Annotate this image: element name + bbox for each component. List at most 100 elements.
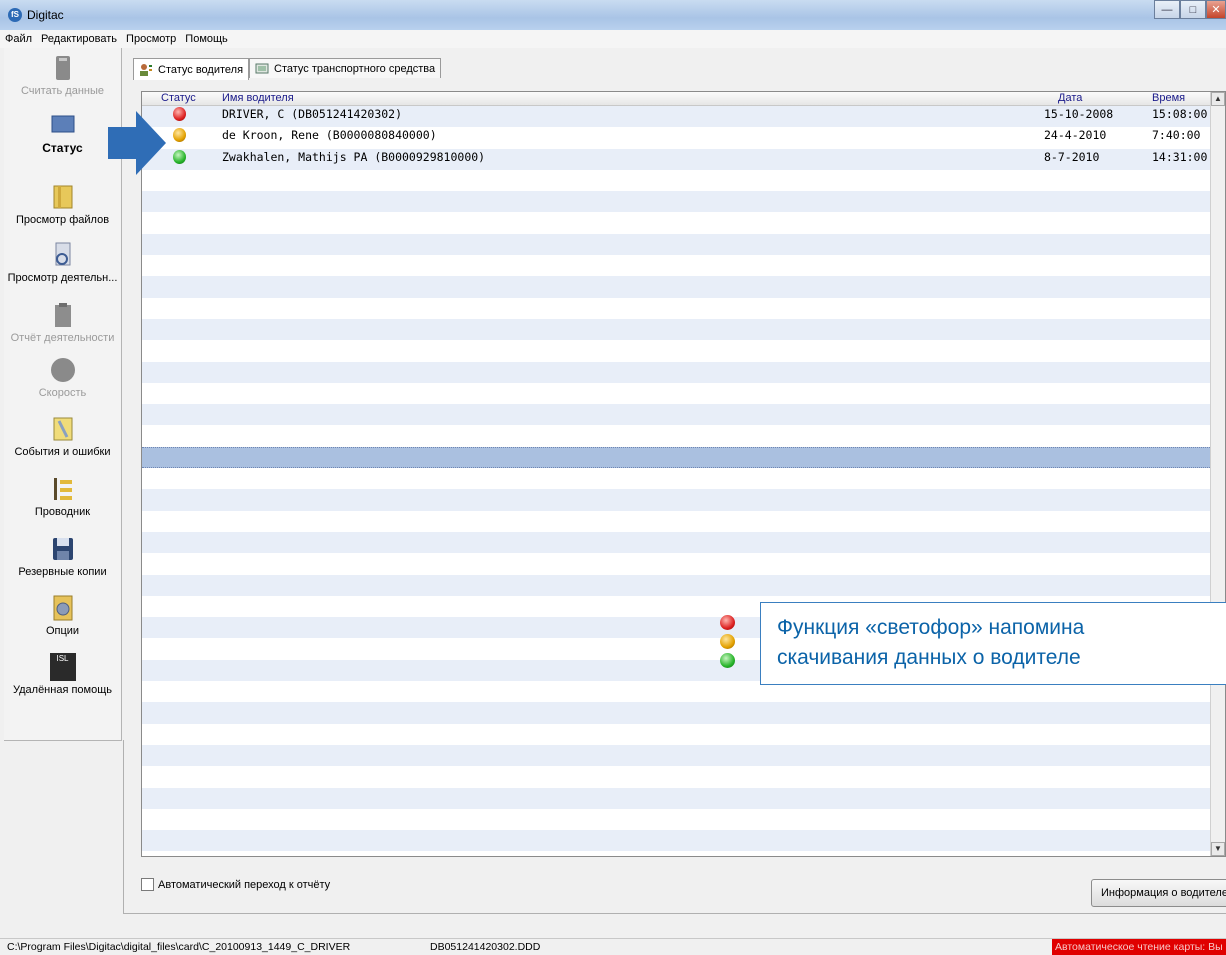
table-row[interactable]	[142, 574, 1212, 596]
driver-name-cell: DRIVER, C (DB051241420302)	[222, 107, 403, 121]
tab-label: Статус водителя	[158, 63, 244, 76]
status-file-name: DB051241420302.DDD	[430, 941, 541, 953]
column-time[interactable]: Время	[1152, 92, 1185, 105]
driver-name-cell: Zwakhalen, Mathijs PA (B0000929810000)	[222, 149, 486, 164]
sidebar-item-label: Резервные копии	[18, 566, 107, 578]
table-row[interactable]: Zwakhalen, Mathijs PA (B0000929810000) 8-…	[142, 148, 1212, 170]
table-row[interactable]	[142, 212, 1212, 233]
table-row[interactable]	[142, 298, 1212, 319]
amber-light-icon	[173, 128, 186, 143]
table-row[interactable]	[142, 531, 1212, 554]
vehicle-icon	[255, 63, 269, 74]
column-status[interactable]: Статус	[161, 92, 196, 105]
table-row[interactable]	[142, 744, 1212, 767]
sidebar-item-events-faults[interactable]: События и ошибки	[4, 415, 121, 458]
window-title: Digitac	[27, 8, 64, 22]
table-header: Статус Имя водителя Дата Время	[142, 92, 1212, 106]
menu-bar: Файл Редактировать Просмотр Помощь	[0, 30, 1226, 48]
clipboard-icon	[54, 303, 71, 327]
pointer-arrow-icon	[108, 111, 166, 175]
table-row[interactable]	[142, 702, 1212, 724]
minimize-icon[interactable]: —	[1154, 0, 1180, 19]
table-row[interactable]	[142, 191, 1212, 213]
monitor-icon	[51, 115, 74, 133]
frame-divider	[123, 740, 124, 914]
status-tabs: Статус водителя Статус транспортного сре…	[133, 58, 442, 80]
sidebar-item-file-viewer[interactable]: Просмотр файлов	[4, 183, 121, 226]
tab-driver-status[interactable]: Статус водителя	[133, 58, 250, 80]
tab-vehicle-status[interactable]: Статус транспортного средства	[249, 58, 442, 78]
time-cell: 7:40:00	[1152, 128, 1201, 143]
sidebar-item-label: Опции	[45, 625, 80, 637]
scroll-down-icon[interactable]: ▼	[1211, 842, 1225, 856]
sidebar-item-activity-viewer[interactable]: Просмотр деятельн...	[4, 241, 121, 284]
table-row[interactable]	[142, 724, 1212, 745]
maximize-icon[interactable]: □	[1180, 0, 1206, 19]
table-row[interactable]	[142, 511, 1212, 532]
sidebar-item-label: Просмотр файлов	[15, 214, 110, 226]
date-cell: 15-10-2008	[1044, 107, 1114, 121]
sidebar-item-activity-report[interactable]: Отчёт деятельности	[4, 301, 121, 344]
table-row[interactable]	[142, 255, 1212, 276]
traffic-light-icon	[720, 615, 738, 673]
sidebar-item-label: Удалённая помощь	[12, 684, 113, 696]
column-date[interactable]: Дата	[1058, 92, 1082, 105]
sidebar-item-options[interactable]: Опции	[4, 594, 121, 637]
settings-gear-icon	[53, 595, 72, 621]
auto-jump-checkbox[interactable]	[141, 878, 154, 891]
sidebar-item-status[interactable]: Статус	[4, 110, 121, 155]
red-light-icon	[720, 615, 735, 630]
auto-jump-option[interactable]: Автоматический переход к отчёту	[141, 878, 330, 891]
table-row[interactable]	[142, 318, 1212, 341]
window-controls: — □ ✕	[1154, 0, 1226, 20]
table-row[interactable]	[142, 787, 1212, 809]
sidebar-item-explorer[interactable]: Проводник	[4, 475, 121, 518]
table-row[interactable]	[142, 170, 1212, 191]
auto-read-indicator: Автоматическое чтение карты: Вы	[1052, 939, 1226, 955]
sidebar-item-backups[interactable]: Резервные копии	[4, 535, 121, 578]
table-row[interactable]	[142, 553, 1212, 574]
driver-info-button[interactable]: Информация о водителе	[1091, 879, 1226, 907]
table-row[interactable]	[142, 276, 1212, 298]
table-row[interactable]	[142, 361, 1212, 383]
table-row[interactable]	[142, 404, 1212, 426]
table-row[interactable]	[142, 809, 1212, 830]
sidebar-item-read-data[interactable]: Считать данные	[4, 54, 121, 97]
date-cell: 8-7-2010	[1044, 149, 1100, 164]
close-icon[interactable]: ✕	[1206, 0, 1226, 19]
table-row[interactable]	[142, 233, 1212, 256]
table-row[interactable]	[142, 766, 1212, 787]
table-row[interactable]	[142, 425, 1212, 446]
scroll-up-icon[interactable]: ▲	[1211, 92, 1225, 106]
table-row[interactable]	[142, 468, 1212, 489]
drivers-icon	[140, 64, 152, 76]
table-row[interactable]	[142, 340, 1212, 361]
sidebar-item-label: Отчёт деятельности	[10, 332, 115, 344]
menu-help[interactable]: Помощь	[180, 33, 232, 45]
table-body: DRIVER, C (DB051241420302) 15-10-2008 15:0…	[142, 106, 1212, 852]
green-light-icon	[720, 653, 735, 668]
driver-status-table: Статус Имя водителя Дата Время DRIVER, C…	[141, 91, 1226, 857]
amber-light-icon	[720, 634, 735, 649]
frame-divider	[123, 913, 1226, 914]
sidebar-item-label: События и ошибки	[14, 446, 111, 458]
menu-view[interactable]: Просмотр	[121, 33, 180, 45]
driver-name-cell: de Kroon, Rene (B0000080840000)	[222, 128, 437, 143]
sidebar-item-label: Считать данные	[20, 85, 105, 97]
table-row[interactable]	[142, 383, 1212, 404]
menu-edit[interactable]: Редактировать	[36, 33, 121, 45]
sidebar-item-remote-help[interactable]: ISL Удалённая помощь	[4, 653, 121, 696]
table-row[interactable]	[142, 830, 1212, 852]
app-logo-icon: fS	[8, 8, 22, 22]
table-row[interactable]: DRIVER, C (DB051241420302) 15-10-2008 15:0…	[142, 106, 1212, 128]
menu-file[interactable]: Файл	[0, 33, 36, 45]
search-document-icon	[55, 242, 70, 266]
sidebar-item-speed[interactable]: Скорость	[4, 356, 121, 399]
table-row[interactable]	[142, 489, 1212, 511]
time-cell: 14:31:00	[1152, 149, 1208, 164]
table-row[interactable]: de Kroon, Rene (B0000080840000) 24-4-2010…	[142, 127, 1212, 148]
column-driver-name[interactable]: Имя водителя	[222, 92, 294, 105]
table-row[interactable]	[142, 446, 1212, 469]
sidebar-item-label: Статус	[42, 141, 83, 155]
vertical-scrollbar[interactable]: ▲ ▼	[1210, 92, 1225, 856]
